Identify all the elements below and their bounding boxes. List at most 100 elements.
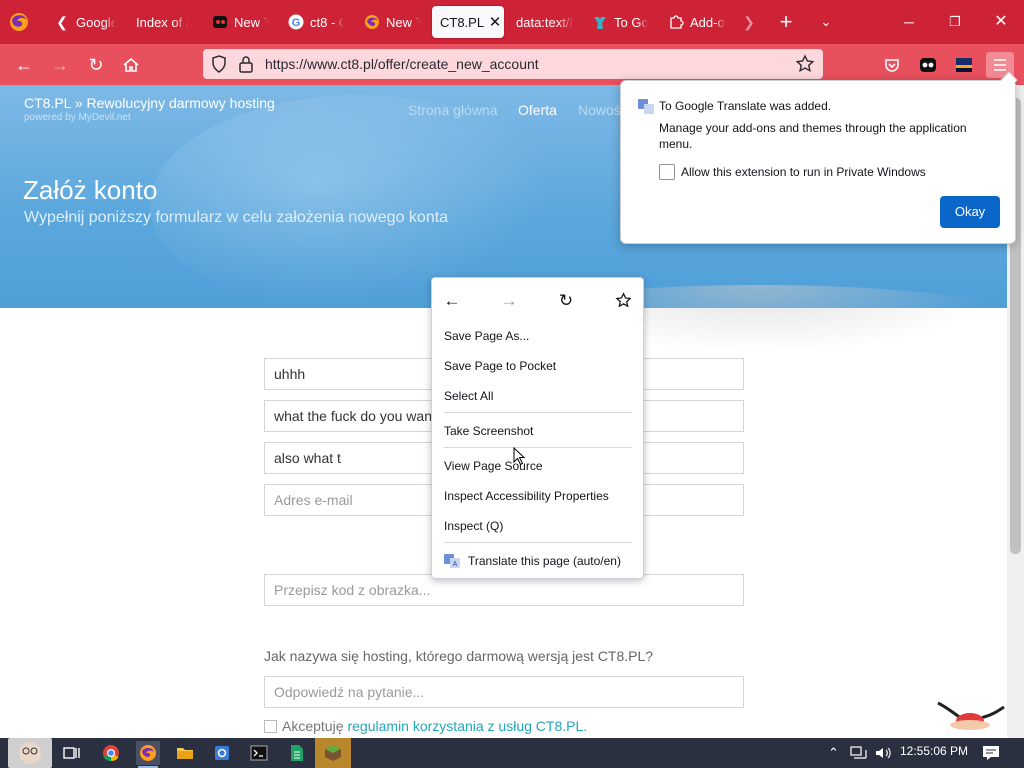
- extension-button-1[interactable]: [915, 52, 941, 78]
- tab-label: Index of /: [136, 14, 190, 30]
- list-all-tabs-button[interactable]: ⌄: [814, 10, 838, 34]
- tab-label: data:text/html: [516, 14, 574, 30]
- nav-news[interactable]: Nowoś: [578, 102, 621, 118]
- menu-inspect[interactable]: Inspect (Q): [444, 519, 503, 533]
- menu-view-page-source[interactable]: View Page Source: [444, 459, 543, 473]
- home-icon: [123, 57, 139, 72]
- terminal-icon: [250, 745, 268, 761]
- home-button[interactable]: [118, 52, 144, 78]
- okay-button[interactable]: Okay: [940, 196, 1000, 228]
- powered-by[interactable]: powered by MyDevil.net: [24, 112, 131, 123]
- menu-separator: [444, 412, 632, 413]
- lock-icon[interactable]: [236, 54, 256, 74]
- context-back-button[interactable]: ←: [441, 290, 463, 312]
- shield-icon[interactable]: [209, 54, 229, 74]
- taskbar-chrome[interactable]: [99, 741, 123, 765]
- terms-label: Akceptuję: [282, 718, 344, 734]
- private-windows-label[interactable]: Allow this extension to run in Private W…: [681, 165, 926, 179]
- grass-block-icon: [325, 745, 341, 761]
- site-brand[interactable]: CT8.PL » Rewolucyjny darmowy hosting: [24, 95, 275, 111]
- tab-google[interactable]: Google: [76, 6, 116, 38]
- svg-text:A: A: [453, 561, 458, 568]
- nav-offer[interactable]: Oferta: [518, 102, 557, 118]
- back-button[interactable]: ←: [11, 52, 37, 78]
- terms-checkbox[interactable]: [264, 719, 277, 733]
- menu-separator: [444, 447, 632, 448]
- tab-index-of[interactable]: Index of /: [136, 6, 196, 38]
- nav-home[interactable]: Strona główna: [408, 102, 498, 118]
- taskbar-file-explorer[interactable]: [173, 741, 197, 765]
- tab-new-tab-1[interactable]: New Tab: [212, 6, 268, 38]
- puzzle-icon: [668, 14, 684, 30]
- folder-icon: [177, 748, 193, 759]
- tab-add-ons[interactable]: Add-ons: [668, 6, 726, 38]
- taskbar-minecraft[interactable]: [315, 738, 351, 768]
- close-tab-icon[interactable]: ✕: [486, 13, 504, 31]
- volume-icon[interactable]: [874, 745, 892, 761]
- close-window-button[interactable]: ✕: [978, 0, 1024, 44]
- tab-label: CT8.PL: [440, 14, 485, 30]
- chrome-icon: [103, 745, 119, 762]
- answer-field[interactable]: Odpowiedź na pytanie...: [264, 676, 744, 708]
- tab-data-text[interactable]: data:text/html: [516, 6, 574, 38]
- pocket-button[interactable]: [879, 52, 905, 78]
- tab-scroll-right-button[interactable]: ❯: [737, 10, 761, 34]
- landscape-extension-icon: [956, 58, 972, 72]
- terms-row: Akceptuję regulamin korzystania z usług …: [264, 718, 587, 734]
- menu-save-to-pocket[interactable]: Save Page to Pocket: [444, 359, 556, 373]
- reload-button[interactable]: ↻: [83, 52, 109, 78]
- minimize-button[interactable]: ─: [886, 0, 932, 44]
- show-hidden-icons-button[interactable]: ⌃: [828, 744, 839, 762]
- terms-link[interactable]: regulamin korzystania z usług CT8.PL.: [347, 718, 587, 734]
- taskbar-spreadsheet[interactable]: [284, 741, 308, 765]
- context-bookmark-button[interactable]: [612, 290, 634, 312]
- page-subtitle: Wypełnij poniższy formularz w celu założ…: [24, 209, 449, 226]
- menu-separator: [444, 542, 632, 543]
- glasses-extension-icon: [920, 58, 936, 72]
- translate-addon-icon: [638, 99, 654, 114]
- tab-label: New Tab: [234, 14, 268, 30]
- task-view-button[interactable]: [60, 741, 84, 765]
- menu-save-page-as[interactable]: Save Page As...: [444, 329, 529, 343]
- extension-button-2[interactable]: [951, 52, 977, 78]
- tab-to-google[interactable]: To Google: [592, 6, 648, 38]
- notifications-icon[interactable]: [982, 745, 1000, 761]
- tab-scroll-left-button[interactable]: ❮: [50, 10, 74, 34]
- network-icon[interactable]: [850, 746, 868, 760]
- restore-button[interactable]: ❐: [932, 0, 978, 44]
- context-reload-button[interactable]: ↻: [555, 290, 577, 312]
- menu-translate-label: Translate this page (auto/en): [468, 554, 621, 568]
- menu-inspect-accessibility[interactable]: Inspect Accessibility Properties: [444, 489, 609, 503]
- bookmark-star-icon[interactable]: [795, 54, 815, 74]
- tab-ct8-google[interactable]: G ct8 - Google: [288, 6, 344, 38]
- task-view-icon: [63, 747, 80, 759]
- tab-label: Add-ons: [690, 14, 726, 30]
- context-menu: ← → ↻ Save Page As... Save Page to Pocke…: [431, 277, 644, 579]
- context-forward-button[interactable]: →: [498, 290, 520, 312]
- tab-new-tab-2[interactable]: New Tab: [364, 6, 420, 38]
- user-avatar[interactable]: [8, 738, 52, 768]
- taskbar-app-gear[interactable]: [210, 741, 234, 765]
- tab-strip: ❮ Google Index of / New Tab G ct8 - Goog…: [0, 0, 1024, 44]
- url-text[interactable]: https://www.ct8.pl/offer/create_new_acco…: [265, 56, 539, 72]
- windows-taskbar: ⌃ 12:55:06 PM: [0, 738, 1024, 768]
- new-tab-button[interactable]: +: [774, 10, 798, 34]
- url-bar[interactable]: https://www.ct8.pl/offer/create_new_acco…: [203, 49, 823, 79]
- tab-label: ct8 - Google: [310, 14, 344, 30]
- pocket-icon: [885, 59, 899, 72]
- menu-select-all[interactable]: Select All: [444, 389, 493, 403]
- firefox-icon: [364, 14, 380, 30]
- forward-button[interactable]: →: [47, 52, 73, 78]
- tab-ct8-active[interactable]: CT8.PL ✕: [432, 6, 504, 38]
- firefox-view-icon[interactable]: [8, 11, 30, 33]
- addon-icon: [592, 14, 608, 30]
- private-windows-checkbox[interactable]: [659, 164, 675, 180]
- taskbar-firefox[interactable]: [136, 741, 160, 768]
- google-icon: G: [288, 14, 304, 30]
- taskbar-clock[interactable]: 12:55:06 PM: [900, 744, 968, 758]
- firefox-icon: [140, 745, 156, 761]
- taskbar-terminal[interactable]: [247, 741, 271, 765]
- menu-translate-page[interactable]: A Translate this page (auto/en): [444, 554, 621, 568]
- popup-message: Manage your add-ons and themes through t…: [659, 121, 967, 151]
- menu-take-screenshot[interactable]: Take Screenshot: [444, 424, 533, 438]
